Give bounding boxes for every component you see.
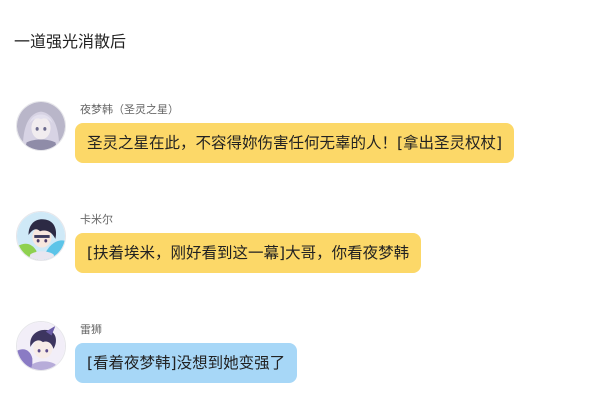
speech-bubble: 圣灵之星在此，不容得妳伤害任何无辜的人！[拿出圣灵权杖]	[75, 123, 515, 163]
narration-text: 一道强光消散后	[14, 32, 127, 51]
chat-message: 卡米尔 [扶着埃米，刚好看到这一幕]大哥，你看夜梦韩	[0, 211, 590, 291]
silver-haired-girl-avatar-icon[interactable]	[16, 101, 66, 151]
speech-bubble: [扶着埃米，刚好看到这一幕]大哥，你看夜梦韩	[75, 233, 422, 273]
chat-message: 雷狮 [看着夜梦韩]没想到她变强了	[0, 321, 590, 401]
dark-haired-boy-avatar-icon[interactable]	[16, 211, 66, 261]
purple-haired-boy-avatar-icon[interactable]	[16, 321, 66, 371]
chat-message: 夜梦韩（圣灵之星） 圣灵之星在此，不容得妳伤害任何无辜的人！[拿出圣灵权杖]	[0, 101, 590, 181]
speaker-name: 卡米尔	[80, 213, 113, 226]
speaker-name: 夜梦韩（圣灵之星）	[80, 103, 179, 116]
speaker-name: 雷狮	[80, 323, 102, 336]
speech-bubble: [看着夜梦韩]没想到她变强了	[75, 343, 298, 383]
